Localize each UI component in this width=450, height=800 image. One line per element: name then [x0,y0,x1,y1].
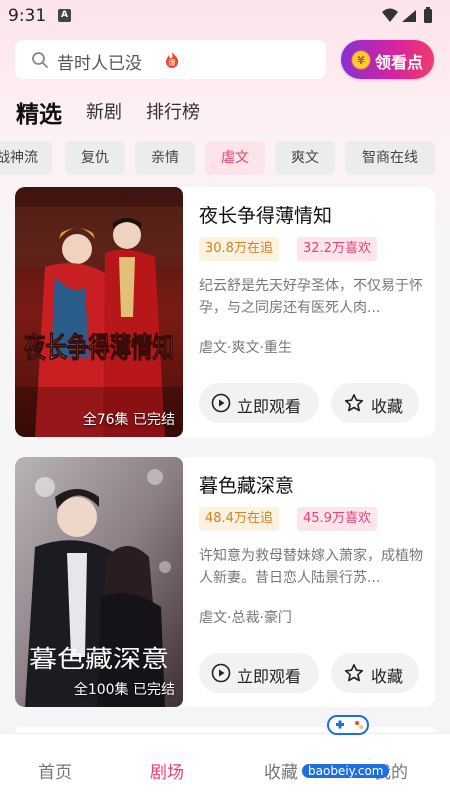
chip-family[interactable]: 亲情 [135,141,195,175]
play-icon [211,393,231,413]
battery-icon [424,7,432,23]
status-time: 9:31 [8,6,47,26]
drama-poster[interactable]: 暮色藏深意 全100集 已完结 [15,457,183,707]
poster-art: 暮色藏深意 [15,457,183,707]
episode-status: 全76集 已完结 [82,412,175,428]
star-icon [344,394,364,412]
drama-genres: 虐文·爽文·重生 [199,340,292,356]
site-watermark: 宝贝游戏网 baobeiy.com [278,712,420,790]
watch-now-button[interactable]: 立即观看 [199,653,319,693]
watch-now-label: 立即观看 [237,397,302,416]
favorite-label: 收藏 [371,667,404,686]
poster-title: 暮色藏深意 [29,645,169,673]
likes-badge: 45.9万喜欢 [297,507,377,531]
watermark-url: baobeiy.com [302,764,390,778]
signal-icon [402,10,416,22]
tab-featured[interactable]: 精选 [16,95,62,129]
likes-badge: 32.2万喜欢 [297,237,377,261]
tab-ranking[interactable]: 排行榜 [146,98,200,124]
status-icons [382,7,432,23]
search-icon [32,52,48,68]
drama-card[interactable]: 夜长争得薄情知 全76集 已完结 夜长争得薄情知 30.8万在追 32.2万喜欢… [15,187,435,437]
claim-points-label: 领看点 [375,53,424,72]
search-placeholder: 昔时人已没 [57,54,142,74]
drama-title[interactable]: 暮色藏深意 [199,471,294,498]
play-icon [211,663,231,683]
drama-description: 纪云舒是先天好孕圣体，不仅易于怀孕，与之同房还有医死人肉... [199,278,423,316]
nav-theater[interactable]: 剧场 [150,758,184,783]
notification-icon: A [58,9,71,22]
chip-revenge[interactable]: 复仇 [65,141,125,175]
status-bar: 9:31 A [0,0,450,32]
chip-angst[interactable]: 虐文 [205,141,265,175]
search-input[interactable]: 昔时人已没 爆 [15,40,326,79]
nav-home[interactable]: 首页 [38,758,72,783]
poster-art: 夜长争得薄情知 [15,187,183,437]
watch-now-button[interactable]: 立即观看 [199,383,319,423]
favorite-button[interactable]: 收藏 [331,383,419,423]
followers-badge: 48.4万在追 [199,507,279,531]
tab-new[interactable]: 新剧 [86,98,122,124]
drama-title[interactable]: 夜长争得薄情知 [199,201,332,228]
star-icon [344,664,364,682]
favorite-button[interactable]: 收藏 [331,653,419,693]
chip-thrill[interactable]: 爽文 [275,141,335,175]
followers-badge: 30.8万在追 [199,237,279,261]
poster-title: 夜长争得薄情知 [23,331,174,364]
drama-description: 许知意为救母替妹嫁入萧家，成植物人新妻。昔日恋人陆景行苏... [199,548,423,586]
drama-card[interactable]: 暮色藏深意 全100集 已完结 暮色藏深意 48.4万在追 45.9万喜欢 许知… [15,457,435,707]
drama-poster[interactable]: 夜长争得薄情知 全76集 已完结 [15,187,183,437]
svg-text:¥: ¥ [357,54,365,67]
chip-smart[interactable]: 智商在线 [345,141,435,175]
watch-now-label: 立即观看 [237,667,302,686]
favorite-label: 收藏 [371,397,404,416]
episode-status: 全100集 已完结 [73,682,175,698]
svg-text:爆: 爆 [169,58,176,67]
fire-icon: 爆 [166,52,179,68]
drama-genres: 虐文·总裁·豪门 [199,610,292,626]
genre-chip-row: 战神流 复仇 亲情 虐文 爽文 智商在线 [0,141,450,177]
wifi-icon [382,8,398,22]
chip-war-god[interactable]: 战神流 [0,141,52,175]
coin-icon: ¥ [351,50,371,70]
claim-points-button[interactable]: ¥ 领看点 [341,40,434,79]
watermark-text: 宝贝游戏网 [281,740,398,766]
